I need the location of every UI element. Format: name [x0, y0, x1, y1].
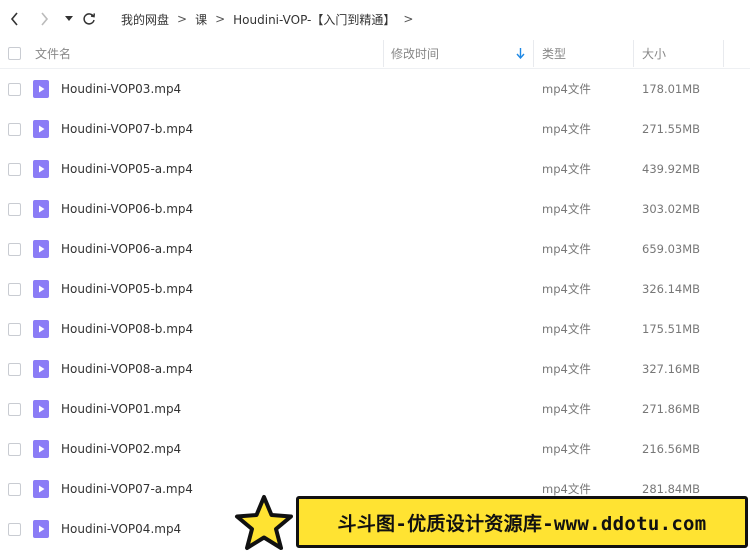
- video-file-icon: [33, 240, 49, 258]
- file-size: 303.02MB: [642, 202, 701, 216]
- file-size: 216.56MB: [642, 442, 701, 456]
- file-type: mp4文件: [542, 282, 591, 296]
- back-button[interactable]: [5, 9, 25, 29]
- column-divider[interactable]: [383, 40, 384, 67]
- column-header-size[interactable]: 大小: [642, 38, 666, 69]
- file-name[interactable]: Houdini-VOP03.mp4: [61, 69, 181, 109]
- row-checkbox[interactable]: [8, 523, 21, 536]
- refresh-button[interactable]: [79, 9, 99, 29]
- breadcrumb-item-current[interactable]: Houdini-VOP-【入门到精通】: [233, 11, 395, 28]
- row-checkbox[interactable]: [8, 163, 21, 176]
- column-divider[interactable]: [533, 40, 534, 67]
- file-row[interactable]: Houdini-VOP05-a.mp4 mp4文件 439.92MB: [0, 149, 750, 189]
- row-checkbox[interactable]: [8, 83, 21, 96]
- chevron-right-icon: [41, 12, 49, 26]
- column-divider[interactable]: [633, 40, 634, 67]
- file-size: 439.92MB: [642, 162, 701, 176]
- file-size: 659.03MB: [642, 242, 701, 256]
- row-checkbox[interactable]: [8, 123, 21, 136]
- file-type: mp4文件: [542, 402, 591, 416]
- file-size: 271.55MB: [642, 122, 701, 136]
- file-row[interactable]: Houdini-VOP01.mp4 mp4文件 271.86MB: [0, 389, 750, 429]
- breadcrumb: 我的网盘 > 课 > Houdini-VOP-【入门到精通】 >: [121, 10, 421, 28]
- file-type: mp4文件: [542, 442, 591, 456]
- file-type: mp4文件: [542, 162, 591, 176]
- file-row[interactable]: Houdini-VOP03.mp4 mp4文件 178.01MB: [0, 69, 750, 109]
- video-file-icon: [33, 80, 49, 98]
- file-name[interactable]: Houdini-VOP02.mp4: [61, 429, 181, 469]
- video-file-icon: [33, 160, 49, 178]
- file-type: mp4文件: [542, 242, 591, 256]
- row-checkbox[interactable]: [8, 283, 21, 296]
- column-header-type[interactable]: 类型: [542, 38, 566, 69]
- file-row[interactable]: Houdini-VOP06-b.mp4 mp4文件 303.02MB: [0, 189, 750, 229]
- breadcrumb-item-course[interactable]: 课: [195, 11, 207, 28]
- row-checkbox[interactable]: [8, 363, 21, 376]
- history-dropdown-button[interactable]: [59, 9, 79, 29]
- file-name[interactable]: Houdini-VOP07-b.mp4: [61, 109, 193, 149]
- refresh-icon: [83, 13, 96, 25]
- video-file-icon: [33, 520, 49, 538]
- breadcrumb-separator: >: [177, 12, 188, 26]
- breadcrumb-separator: >: [215, 12, 226, 26]
- row-checkbox[interactable]: [8, 323, 21, 336]
- video-file-icon: [33, 120, 49, 138]
- breadcrumb-separator: >: [403, 12, 414, 26]
- file-name[interactable]: Houdini-VOP07-a.mp4: [61, 469, 193, 509]
- file-name[interactable]: Houdini-VOP06-b.mp4: [61, 189, 193, 229]
- column-header-name[interactable]: 文件名: [35, 38, 71, 69]
- row-checkbox[interactable]: [8, 243, 21, 256]
- video-file-icon: [33, 200, 49, 218]
- file-list-header: 文件名 修改时间 类型 大小: [0, 38, 750, 69]
- sort-down-arrow-icon[interactable]: [516, 38, 525, 69]
- file-size: 175.51MB: [642, 322, 701, 336]
- row-checkbox[interactable]: [8, 403, 21, 416]
- watermark-text: 斗斗图-优质设计资源库-www.ddotu.com: [337, 512, 707, 535]
- file-size: 178.01MB: [642, 82, 701, 96]
- file-row[interactable]: Houdini-VOP02.mp4 mp4文件 216.56MB: [0, 429, 750, 469]
- video-file-icon: [33, 400, 49, 418]
- file-size: 327.16MB: [642, 362, 701, 376]
- file-type: mp4文件: [542, 122, 591, 136]
- video-file-icon: [33, 360, 49, 378]
- file-name[interactable]: Houdini-VOP05-b.mp4: [61, 269, 193, 309]
- row-checkbox[interactable]: [8, 203, 21, 216]
- file-row[interactable]: Houdini-VOP08-a.mp4 mp4文件 327.16MB: [0, 349, 750, 389]
- video-file-icon: [33, 280, 49, 298]
- star-icon: [235, 495, 293, 550]
- select-all-checkbox[interactable]: [8, 47, 21, 60]
- row-checkbox[interactable]: [8, 443, 21, 456]
- file-name[interactable]: Houdini-VOP08-b.mp4: [61, 309, 193, 349]
- file-name[interactable]: Houdini-VOP06-a.mp4: [61, 229, 193, 269]
- watermark-box: 斗斗图-优质设计资源库-www.ddotu.com: [296, 496, 748, 548]
- forward-button[interactable]: [34, 9, 54, 29]
- navigation-bar: 我的网盘 > 课 > Houdini-VOP-【入门到精通】 >: [0, 0, 750, 38]
- file-row[interactable]: Houdini-VOP05-b.mp4 mp4文件 326.14MB: [0, 269, 750, 309]
- row-checkbox[interactable]: [8, 483, 21, 496]
- file-name[interactable]: Houdini-VOP01.mp4: [61, 389, 181, 429]
- file-type: mp4文件: [542, 82, 591, 96]
- file-name[interactable]: Houdini-VOP04.mp4: [61, 509, 181, 549]
- breadcrumb-item-root[interactable]: 我的网盘: [121, 11, 169, 28]
- file-size: 326.14MB: [642, 282, 701, 296]
- column-header-modified[interactable]: 修改时间: [391, 38, 439, 69]
- file-name[interactable]: Houdini-VOP05-a.mp4: [61, 149, 193, 189]
- video-file-icon: [33, 440, 49, 458]
- file-type: mp4文件: [542, 202, 591, 216]
- file-type: mp4文件: [542, 322, 591, 336]
- column-divider[interactable]: [723, 40, 724, 67]
- file-row[interactable]: Houdini-VOP06-a.mp4 mp4文件 659.03MB: [0, 229, 750, 269]
- file-size: 271.86MB: [642, 402, 701, 416]
- file-type: mp4文件: [542, 362, 591, 376]
- video-file-icon: [33, 480, 49, 498]
- caret-down-icon: [65, 16, 73, 21]
- file-row[interactable]: Houdini-VOP07-b.mp4 mp4文件 271.55MB: [0, 109, 750, 149]
- video-file-icon: [33, 320, 49, 338]
- file-name[interactable]: Houdini-VOP08-a.mp4: [61, 349, 193, 389]
- watermark-banner: 斗斗图-优质设计资源库-www.ddotu.com: [232, 494, 750, 552]
- chevron-left-icon: [10, 12, 18, 26]
- file-row[interactable]: Houdini-VOP08-b.mp4 mp4文件 175.51MB: [0, 309, 750, 349]
